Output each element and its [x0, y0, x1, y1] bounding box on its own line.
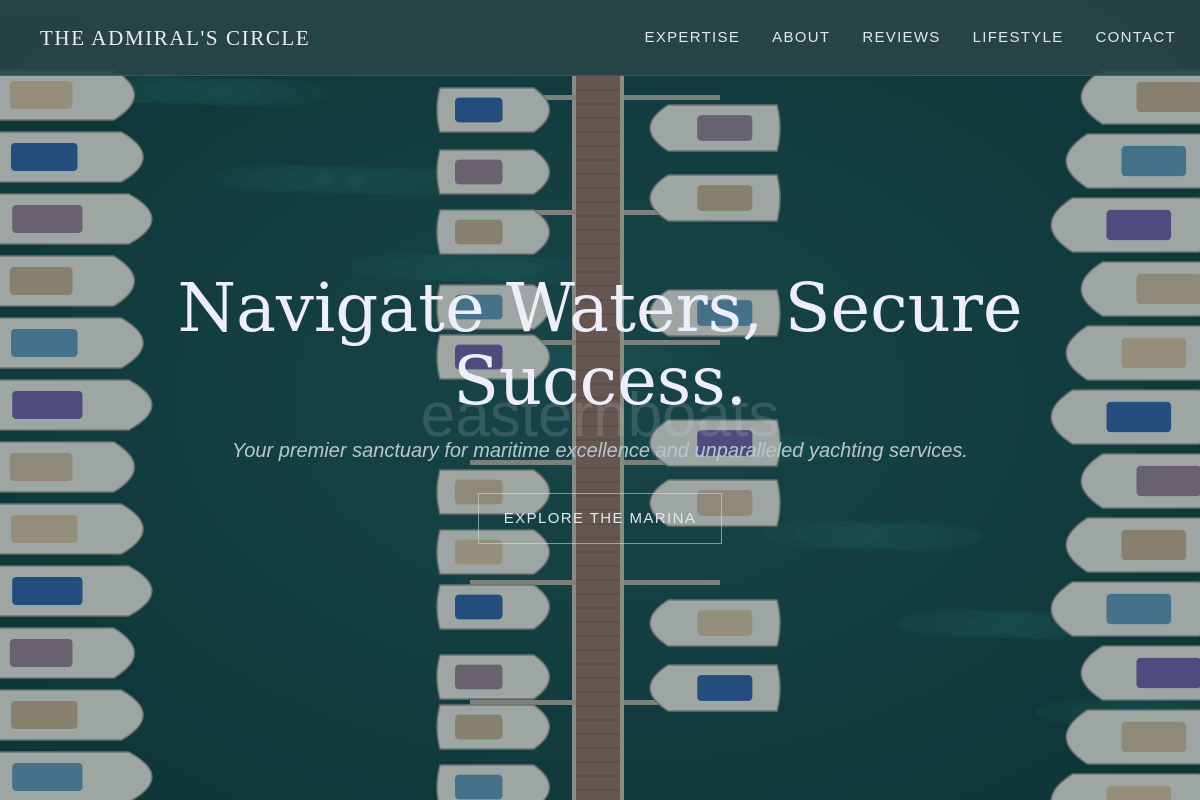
- nav-link-contact[interactable]: CONTACT: [1096, 29, 1176, 46]
- nav-link-about[interactable]: ABOUT: [772, 29, 830, 46]
- hero-tagline: Your premier sanctuary for maritime exce…: [232, 440, 968, 462]
- nav-link-lifestyle[interactable]: LIFESTYLE: [973, 29, 1064, 46]
- nav-link-reviews[interactable]: REVIEWS: [862, 29, 940, 46]
- top-navigation: THE ADMIRAL'S CIRCLE EXPERTISE ABOUT REV…: [0, 0, 1200, 76]
- brand-logo[interactable]: THE ADMIRAL'S CIRCLE: [40, 26, 310, 51]
- hero-headline: Navigate Waters, Secure Success.: [177, 269, 1023, 420]
- nav-links: EXPERTISE ABOUT REVIEWS LIFESTYLE CONTAC…: [613, 29, 1176, 46]
- nav-link-expertise[interactable]: EXPERTISE: [645, 29, 741, 46]
- explore-marina-button[interactable]: EXPLORE THE MARINA: [478, 493, 722, 544]
